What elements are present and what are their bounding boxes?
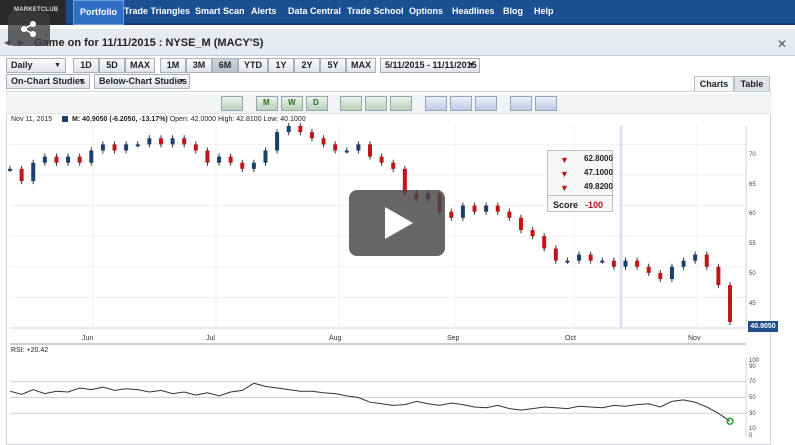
last-price-tag: 40.9050 [748, 321, 778, 332]
candle-body [193, 144, 198, 151]
candle-body [518, 217, 523, 231]
candle-body [275, 132, 280, 151]
candle-body [693, 254, 698, 261]
candle-body [530, 230, 535, 237]
candle-body [356, 144, 361, 151]
candle-body [42, 156, 47, 163]
candle-body [170, 138, 175, 145]
candle-body [228, 156, 233, 163]
candle-body [507, 211, 512, 218]
candle-body [147, 138, 152, 145]
candle-body [19, 168, 24, 182]
candle-body [124, 144, 129, 151]
candle-body [298, 126, 303, 133]
candle-body [240, 162, 245, 169]
candle-body [309, 132, 314, 139]
candle-body [54, 156, 59, 163]
candle-body [251, 162, 256, 169]
score-value: -100 [585, 200, 604, 210]
play-icon [385, 207, 413, 239]
candle-body [716, 266, 721, 286]
candle-body [704, 254, 709, 267]
candle-body [553, 248, 558, 261]
candle-body [495, 205, 500, 212]
triangle-down-icon: ▼ [560, 155, 569, 165]
score-row-weekly: ▼ 47.1000 [548, 167, 614, 181]
candle-body [623, 260, 628, 267]
triangle-down-icon: ▼ [560, 169, 569, 179]
candle-body [635, 260, 640, 267]
candle-body [600, 260, 605, 263]
candle-body [182, 138, 187, 145]
candle-body [31, 162, 36, 182]
candle-body [205, 150, 210, 163]
candle-body [100, 144, 105, 151]
candle-body [77, 156, 82, 163]
candle-body [449, 211, 454, 218]
candle-body [112, 144, 117, 151]
candle-body [333, 144, 338, 151]
candle-body [344, 150, 349, 153]
candle-body [658, 272, 663, 280]
video-play-button[interactable] [349, 190, 445, 256]
score-label: Score [553, 200, 579, 210]
candle-body [135, 144, 140, 147]
candle-body [286, 126, 291, 133]
candle-body [368, 144, 372, 157]
candle-body [263, 150, 268, 163]
candle-body [646, 266, 651, 273]
candle-body [565, 260, 570, 263]
candle-body [472, 205, 477, 212]
candle-body [577, 254, 582, 261]
score-row-daily: ▼ 49.8200 [548, 181, 614, 195]
triangle-down-icon: ▼ [560, 183, 569, 193]
candle-body [321, 138, 326, 145]
candle-body [728, 285, 732, 322]
rsi-line [9, 382, 731, 422]
score-row-value: 62.8000 [584, 154, 613, 163]
candle-body [611, 260, 616, 267]
candle-body [66, 156, 71, 163]
candle-body [89, 150, 94, 163]
candle-body [379, 156, 384, 163]
candle-body [217, 156, 222, 163]
trade-triangle-score-box: ▼ 62.8000 ▼ 47.1000 ▼ 49.8200 Score -100 [547, 150, 614, 213]
candle-body [681, 260, 686, 267]
score-row-value: 49.8200 [584, 182, 613, 191]
candle-body [158, 138, 163, 145]
candle-body [8, 168, 12, 171]
score-row-monthly: ▼ 62.8000 [548, 153, 614, 167]
candle-body [588, 254, 593, 261]
candle-body [391, 162, 396, 169]
score-row-value: 47.1000 [584, 168, 613, 177]
candle-body [484, 205, 489, 212]
candle-body [542, 236, 547, 249]
candle-body [669, 266, 674, 280]
score-footer: Score -100 [548, 195, 614, 213]
candle-body [460, 205, 465, 218]
